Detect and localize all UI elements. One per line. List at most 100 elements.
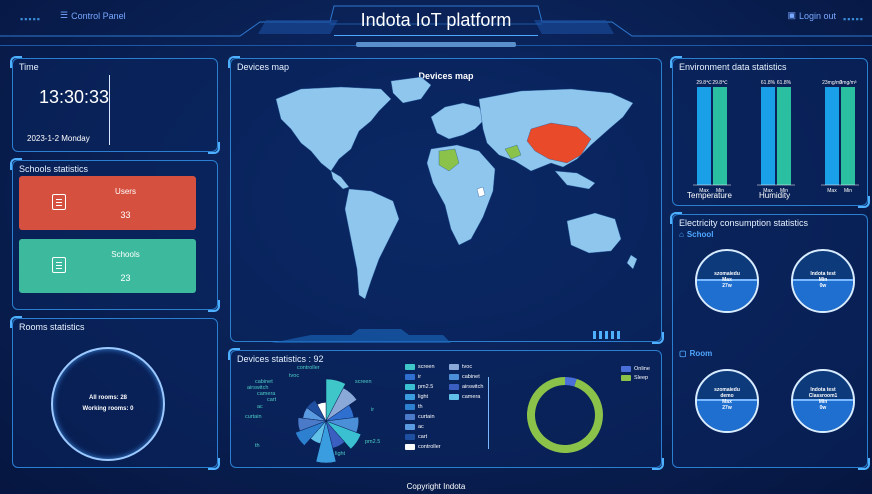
legend-item-tvoc[interactable]: tvoc (449, 364, 472, 370)
schools-label: Schools (111, 250, 140, 259)
school-label: School (686, 230, 714, 239)
env-bar-max[interactable] (825, 87, 839, 185)
electricity-panel: Electricity consumption statistics ⌂ Sch… (670, 212, 870, 470)
map-australia (566, 212, 622, 254)
legend-label: pm2.5 (418, 384, 434, 390)
map-north-america (275, 86, 392, 172)
env-max-axis-label: Max (827, 188, 837, 194)
rooms-ring: All rooms: 28 Working rooms: 0 (51, 347, 165, 461)
users-label: Users (115, 187, 136, 196)
world-map[interactable] (231, 59, 663, 343)
env-label-temperature: Temperature (687, 191, 732, 200)
rooms-title: Rooms statistics (19, 322, 85, 332)
school-max-gauge[interactable]: szomaiedu Max 27w (695, 249, 759, 313)
legend-label: screen (418, 364, 435, 370)
pie-label-ac: ac (257, 404, 263, 410)
all-rooms-text: All rooms: 28 (88, 395, 127, 401)
env-min-value: 29.8℃ (712, 80, 728, 86)
clipboard-icon (52, 194, 66, 210)
users-count: 33 (120, 210, 131, 220)
schools-card[interactable]: Schools 23 (19, 239, 196, 293)
legend-item-controller[interactable]: controller (405, 444, 441, 450)
env-min-value: 61.8% (777, 80, 792, 86)
schools-title: Schools statistics (19, 164, 89, 174)
legend-item-cart[interactable]: cart (405, 434, 427, 440)
online-status-donut[interactable] (515, 365, 615, 465)
legend-item-screen[interactable]: screen (405, 364, 435, 370)
device-type-pie[interactable]: controllerscreentvoccabinetairswitchcame… (231, 361, 391, 469)
logout-label: Login out (798, 10, 836, 21)
env-bar-min[interactable] (841, 87, 855, 185)
legend-label: cabinet (462, 374, 480, 380)
pie-label-controller: controller (297, 365, 320, 371)
legend-item-light[interactable]: light (405, 394, 428, 400)
legend-label: ir (418, 374, 422, 380)
legend-label: controller (418, 444, 441, 450)
legend-label: curtain (418, 414, 435, 420)
legend-swatch (405, 414, 415, 420)
legend-item-ac[interactable]: ac (405, 424, 424, 430)
legend-item-cabinet[interactable]: cabinet (449, 374, 480, 380)
page-title: Indota IoT platform (334, 4, 538, 36)
clipboard-icon (52, 257, 66, 273)
time-divider (109, 75, 110, 145)
legend-swatch (449, 394, 459, 400)
legend-item-airswitch[interactable]: airswitch (449, 384, 483, 390)
status-legend: Online Sleep (621, 366, 650, 384)
legend-swatch (621, 366, 631, 372)
legend-item-th[interactable]: th (405, 404, 423, 410)
gauge-line: 27w (722, 405, 732, 411)
date: 2023-1-2 Monday (27, 134, 90, 143)
title-underline (356, 42, 516, 47)
env-bar-min[interactable] (777, 87, 791, 185)
status-legend-online[interactable]: Online (621, 366, 650, 372)
legend-label: Sleep (634, 375, 649, 381)
legend-item-ir[interactable]: ir (405, 374, 421, 380)
pie-label-cart: cart (267, 397, 277, 403)
env-min-value: 3mg/m³ (840, 80, 857, 86)
users-card[interactable]: Users 33 (19, 176, 196, 230)
legend-label: ac (418, 424, 424, 430)
map-bottom-decoration (271, 329, 620, 343)
legend-item-camera[interactable]: camera (449, 394, 480, 400)
legend-label: cart (418, 434, 428, 440)
legend-swatch (449, 384, 459, 390)
copyright: Copyright Indota (406, 482, 466, 491)
logout-button[interactable]: ▣ Login out (787, 10, 836, 21)
school-min-gauge[interactable]: Indota test Min 0w (791, 249, 855, 313)
devices-map-panel: Devices map Devices map (228, 56, 664, 344)
legend-item-curtain[interactable]: curtain (405, 414, 435, 420)
elec-title: Electricity consumption statistics (679, 218, 809, 228)
legend-label: tvoc (462, 364, 473, 370)
gauge-text: Indota test Classroom1 Min 0w (793, 387, 853, 411)
map-southeast-asia (554, 170, 596, 190)
header-dots-right: ▪▪▪▪▪ (843, 14, 864, 24)
legend-swatch (405, 424, 415, 430)
room-max-gauge[interactable]: szomaiedu demo Max 27w (695, 369, 759, 433)
status-legend-sleep[interactable]: Sleep (621, 375, 650, 381)
legend-item-pm25[interactable]: pm2.5 (405, 384, 433, 390)
gauge-line: 0w (819, 405, 827, 411)
room-label: Room (689, 349, 713, 358)
clock: 13:30:33 (39, 87, 110, 107)
working-rooms-text: Working rooms: 0 (82, 406, 134, 412)
map-europe (430, 102, 486, 140)
environment-bar-chart[interactable]: 29.8℃ 29.8℃Max Min61.8% 61.8%Max Min23mg/m³3… (673, 59, 869, 207)
env-bar-max[interactable] (697, 87, 711, 185)
pie-label-ir: ir (371, 407, 374, 413)
menu-icon: ☰ (60, 10, 69, 20)
room-section-header: ▢ Room (679, 349, 712, 358)
legend-swatch (621, 375, 631, 381)
devices-stats-panel: Devices statistics : 92 controller screen… (228, 348, 664, 470)
env-bar-max[interactable] (761, 87, 775, 185)
room-min-gauge[interactable]: Indota test Classroom1 Min 0w (791, 369, 855, 433)
legend-label: th (418, 404, 423, 410)
time-title: Time (19, 62, 39, 72)
rooms-panel: Rooms statistics All rooms: 28 Working r… (10, 316, 220, 470)
control-panel-link[interactable]: ☰ Control Panel (60, 10, 126, 21)
env-max-value: 29.8℃ (696, 80, 712, 86)
donut-slice-sleep[interactable] (527, 377, 603, 453)
map-central-america (330, 170, 350, 190)
env-bar-min[interactable] (713, 87, 727, 185)
school-icon: ⌂ (679, 230, 684, 239)
